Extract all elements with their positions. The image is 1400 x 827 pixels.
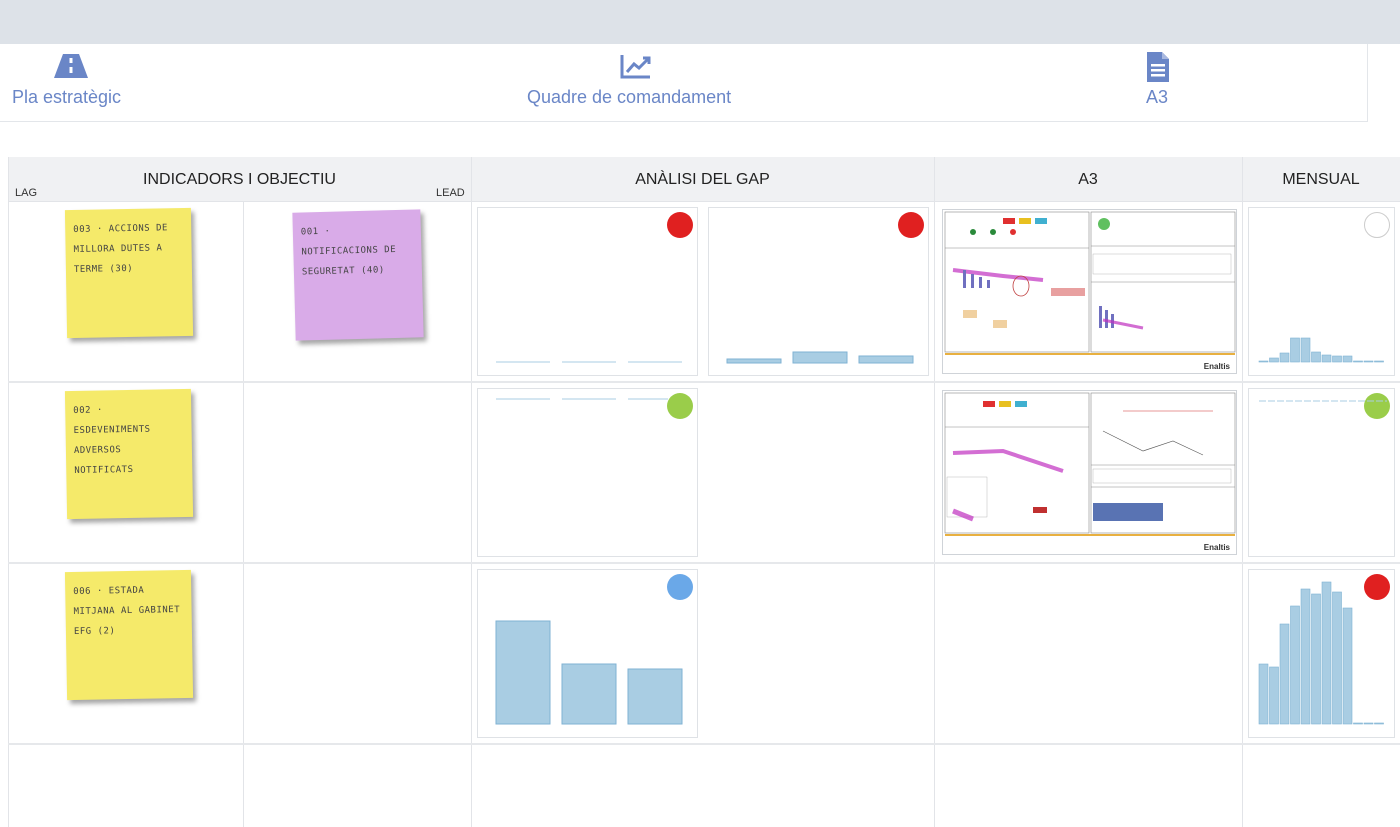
monthly-bar [1342,607,1353,725]
dashboard-grid: INDICADORS I OBJECTIU LAG LEAD ANÀLISI D… [8,157,1400,827]
monthly-bar [1258,663,1269,725]
header-monthly: MENSUAL [1242,157,1400,202]
road-icon [54,54,88,78]
a3-brand: Enaltis [1203,362,1230,371]
top-bar [0,0,1400,44]
nav-item-pla-estrategic[interactable]: Pla estratègic [12,44,152,122]
header-a3: A3 [934,157,1242,202]
sticky-note-lag[interactable]: 003 · ACCIONS DE MILLORA DUTES A TERME (… [64,207,194,339]
lag-label: LAG [15,187,38,199]
nav-item-quadre-comandament[interactable]: Quadre de comandament [527,44,767,122]
monthly-bar [1300,337,1311,363]
gap-chart [496,361,682,363]
a3-thumbnail[interactable]: Enaltis [942,390,1237,555]
document-icon [1147,52,1169,82]
monthly-chart-card[interactable] [1248,207,1395,376]
monthly-bar [1269,357,1279,363]
nav-label: Quadre de comandament [527,87,732,107]
monthly-bar [1290,605,1300,725]
a3-thumbnail[interactable]: Enaltis [942,209,1237,374]
monthly-bar [1363,722,1374,725]
gap-chart-card[interactable] [477,569,698,738]
header-title: ANÀLISI DEL GAP [635,171,770,188]
grid-line [1242,157,1243,827]
grid-line [471,157,472,827]
gap-chart [496,398,668,400]
monthly-chart [1259,400,1387,402]
gap-chart-card[interactable] [708,207,929,376]
monthly-bar [1342,355,1353,363]
sticky-note-text: 006 · ESTADA MITJANA AL GABINET EFG (2) [73,585,181,637]
a3-document-preview [944,392,1236,536]
monthly-bar [1311,351,1321,363]
monthly-bar [1332,355,1342,363]
header-gap: ANÀLISI DEL GAP [471,157,934,202]
monthly-bar [1279,623,1290,725]
header-indicators: INDICADORS I OBJECTIU LAG LEAD [8,157,471,202]
nav-item-a3[interactable]: A3 [1144,44,1204,122]
sticky-note-text: 003 · ACCIONS DE MILLORA DUTES A TERME (… [73,223,169,275]
grid-line [934,157,935,827]
gap-chart [495,620,683,725]
monthly-bar [1374,360,1384,363]
monthly-chart [1258,337,1384,363]
sticky-note-lead[interactable]: 001 · NOTIFICACIONS DE SEGURETAT (40) [292,209,424,341]
nav-label: Pla estratègic [12,87,122,107]
monthly-chart-card[interactable] [1248,569,1395,738]
grid-line [243,202,244,827]
sticky-note-lag[interactable]: 006 · ESTADA MITJANA AL GABINET EFG (2) [64,569,194,701]
nav-label: A3 [1146,87,1169,107]
monthly-bar [1290,337,1300,363]
grid-line [8,562,1400,564]
monthly-bar [1300,588,1311,725]
monthly-bar [1332,591,1342,725]
grid-line [8,157,9,827]
monthly-bar [1279,352,1290,363]
monthly-bar [1321,354,1332,363]
monthly-bar [1311,593,1321,725]
monthly-bar [1353,722,1363,725]
gap-chart [726,351,914,364]
gap-chart-card[interactable] [477,388,698,557]
monthly-chart [1258,581,1384,725]
grid-line [8,381,1400,383]
monthly-bar [1258,360,1269,363]
header-title: A3 [1078,171,1098,188]
header-title: INDICADORS I OBJECTIU [143,171,336,188]
grid-line [8,743,1400,745]
monthly-bar [1321,581,1332,725]
monthly-chart-card[interactable] [1248,388,1395,557]
monthly-bar [1374,722,1384,725]
sticky-note-lag[interactable]: 002 · ESDEVENIMENTS ADVERSOS NOTIFICATS [64,388,194,520]
a3-document-preview [944,211,1236,355]
header-title: MENSUAL [1282,171,1360,188]
sticky-note-text: 001 · NOTIFICACIONS DE SEGURETAT (40) [300,226,397,278]
a3-brand: Enaltis [1203,543,1230,552]
chart-line-icon [620,55,651,79]
monthly-bar [1269,666,1279,725]
gap-chart-card[interactable] [477,207,698,376]
monthly-bar [1363,360,1374,363]
lead-label: LEAD [436,187,465,199]
main-nav: Pla estratègic Quadre de comandament A3 [0,44,1368,122]
sticky-note-text: 002 · ESDEVENIMENTS ADVERSOS NOTIFICATS [73,405,151,476]
monthly-bar [1353,360,1363,363]
